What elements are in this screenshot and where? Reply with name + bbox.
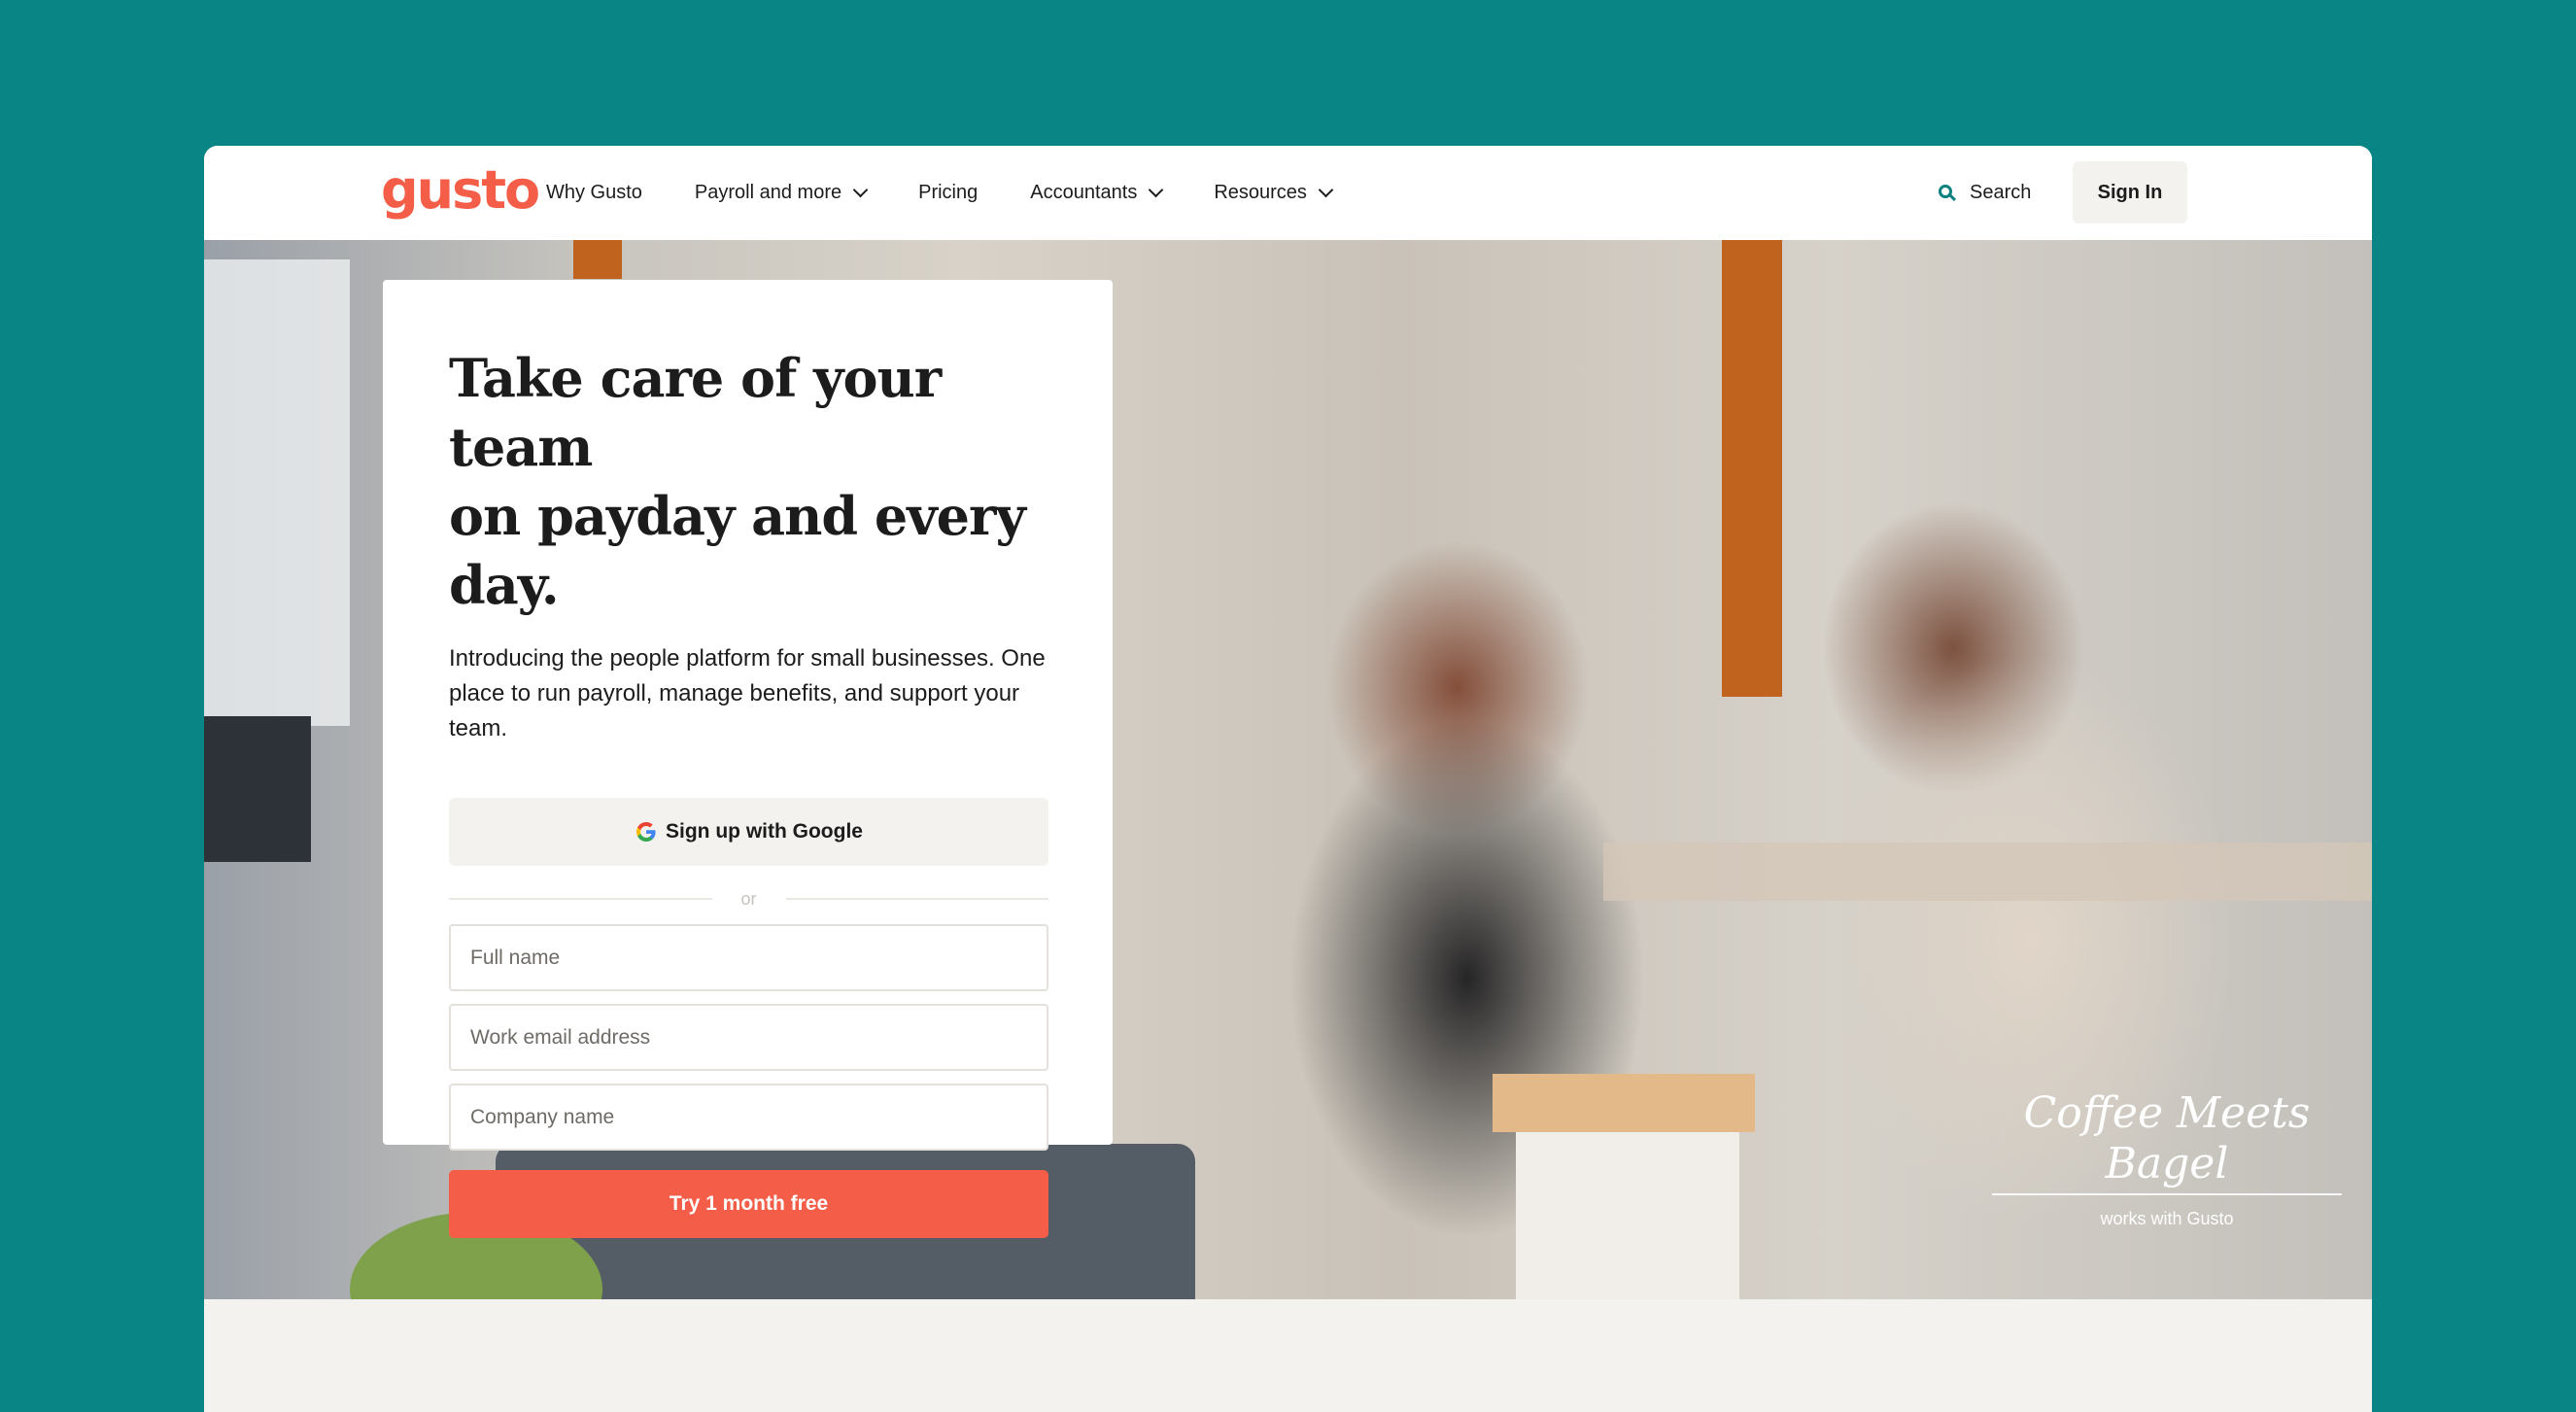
nav-item-label: Pricing	[918, 182, 979, 203]
or-text: or	[740, 888, 757, 909]
hero-section: Take care of your team on payday and eve…	[204, 240, 2372, 1299]
headline-line-1: Take care of your team	[449, 347, 942, 478]
full-name-input[interactable]	[449, 924, 1048, 991]
coffee-meets-bagel-logo: Coffee Meets Bagel	[1992, 1088, 2342, 1195]
browser-window: gusto Why Gusto Payroll and more Pricing…	[204, 146, 2372, 1412]
office-window-image	[204, 259, 350, 726]
chevron-down-icon	[852, 182, 869, 198]
search-icon	[1939, 184, 1957, 202]
wooden-pillar-image	[1722, 240, 1782, 697]
gusto-logo[interactable]: gusto	[381, 159, 540, 221]
wooden-pillar-image	[573, 240, 622, 279]
search-button[interactable]: Search	[1939, 146, 2031, 240]
monitor-image	[204, 716, 311, 862]
nav-item-label: Accountants	[1030, 182, 1138, 203]
nav-links: Why Gusto Payroll and more Pricing Accou…	[546, 146, 1384, 240]
top-navigation: gusto Why Gusto Payroll and more Pricing…	[204, 146, 2372, 240]
company-name-input[interactable]	[449, 1084, 1048, 1151]
or-divider: or	[449, 885, 1049, 913]
nav-item-payroll-and-more[interactable]: Payroll and more	[694, 182, 869, 204]
desk-image	[1603, 843, 2372, 901]
sign-up-with-google-button[interactable]: Sign up with Google	[449, 798, 1048, 866]
try-free-button[interactable]: Try 1 month free	[449, 1170, 1048, 1238]
nav-item-resources[interactable]: Resources	[1214, 182, 1334, 204]
nav-item-pricing[interactable]: Pricing	[918, 182, 978, 204]
signup-card: Take care of your team on payday and eve…	[383, 280, 1113, 1238]
work-email-input[interactable]	[449, 1004, 1048, 1071]
chevron-down-icon	[1318, 182, 1334, 198]
chevron-down-icon	[1149, 182, 1164, 198]
google-icon	[635, 820, 658, 844]
nav-item-accountants[interactable]: Accountants	[1030, 182, 1164, 204]
headline: Take care of your team on payday and eve…	[449, 344, 1047, 620]
subtitle: Introducing the people platform for smal…	[449, 645, 1046, 741]
nav-item-why-gusto[interactable]: Why Gusto	[546, 182, 642, 204]
next-section	[204, 1299, 2372, 1412]
customer-caption: Coffee Meets Bagel works with Gusto	[1992, 1088, 2342, 1229]
nav-item-label: Payroll and more	[694, 182, 842, 203]
nav-item-label: Resources	[1214, 182, 1307, 203]
white-post-image	[1516, 1132, 1739, 1299]
nav-item-label: Why Gusto	[546, 182, 642, 203]
wooden-post-image	[1493, 1074, 1755, 1132]
customer-caption-text: works with Gusto	[2100, 1209, 2234, 1228]
headline-line-2: on payday and every day.	[449, 485, 1026, 616]
sign-in-button[interactable]: Sign In	[2073, 161, 2187, 224]
google-button-label: Sign up with Google	[666, 820, 863, 843]
search-label: Search	[1970, 182, 2032, 203]
